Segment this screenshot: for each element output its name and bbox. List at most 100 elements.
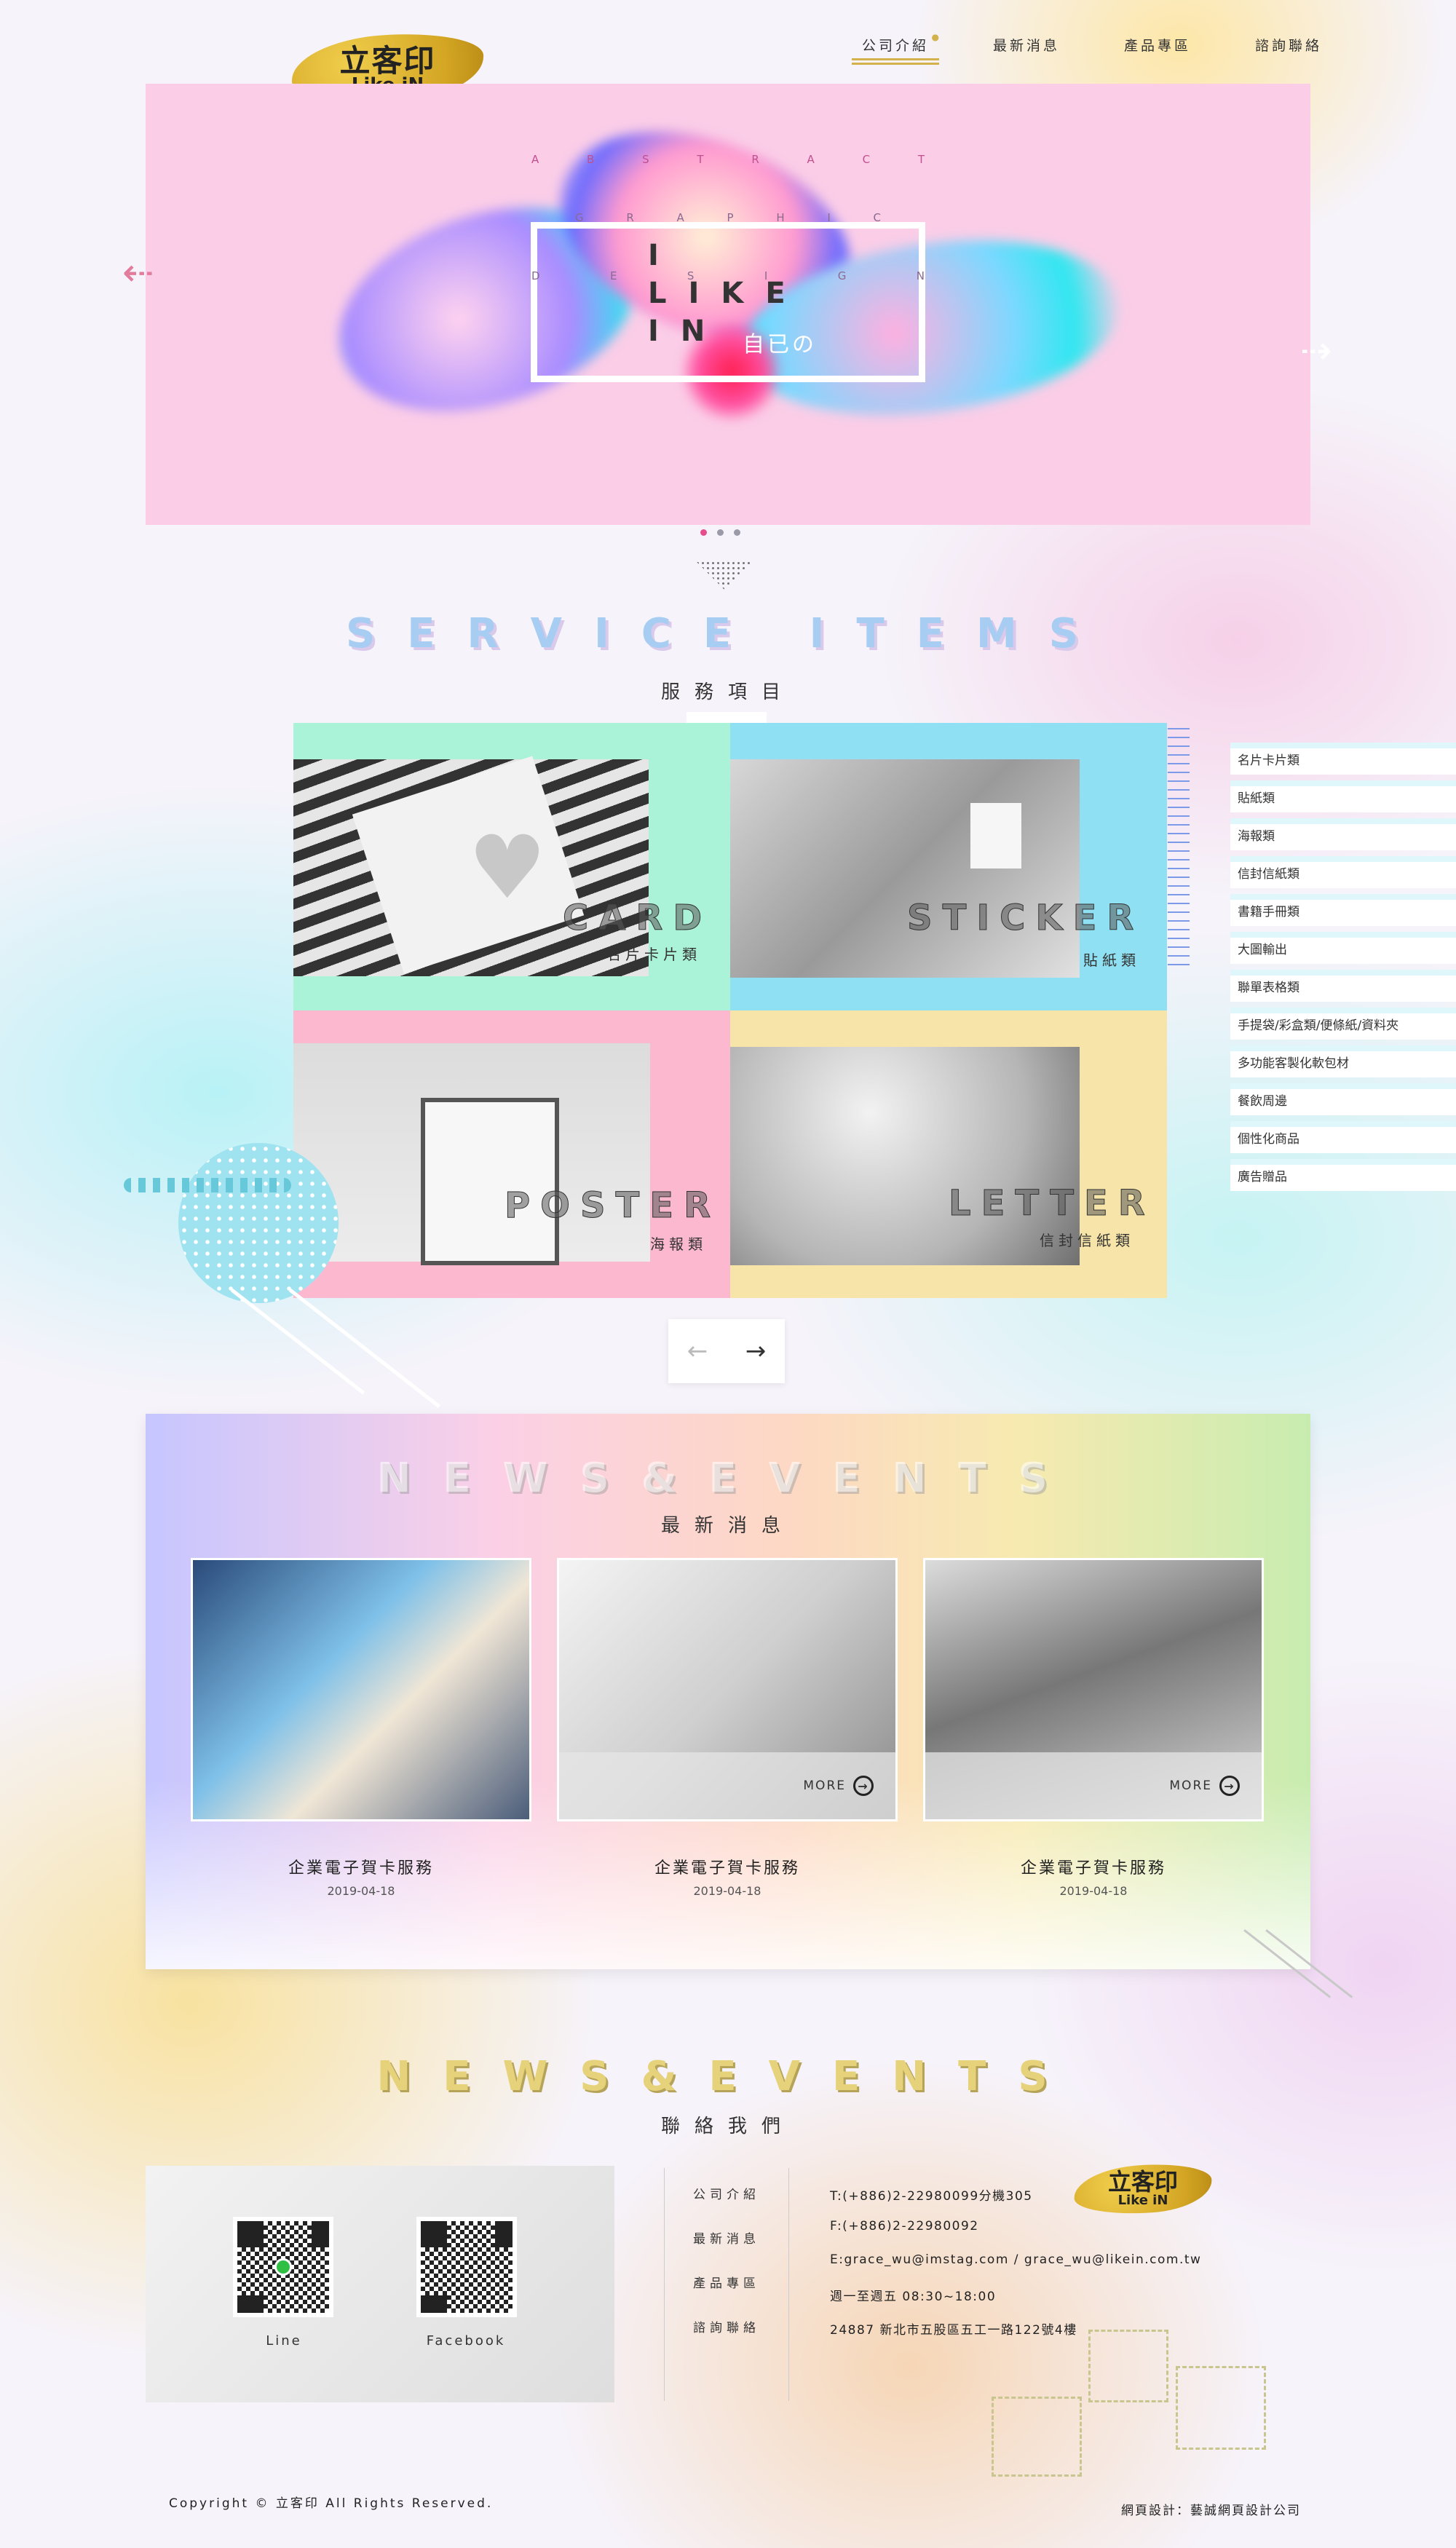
category-item[interactable]: 海報類 [1230,818,1456,850]
dotted-triangle-icon [695,561,753,590]
hero-prev-arrow-icon[interactable]: ⇠ [122,251,154,295]
category-item[interactable]: 書籍手冊類 [1230,894,1456,926]
category-item[interactable]: 信封信紙類 [1230,856,1456,888]
hero-next-arrow-icon[interactable]: ⇢ [1300,329,1332,373]
hero-letter: T [697,153,704,166]
news-card[interactable]: MORE → [923,1558,1264,1821]
arrow-circle-icon: → [1219,1776,1240,1796]
hero-letter: D [531,269,540,282]
category-item[interactable]: 名片卡片類 [1230,743,1456,775]
hero-cn-text: 自已の [743,332,817,357]
hero-headline-line: I [648,239,681,272]
service-next-arrow-icon[interactable]: → [727,1319,785,1383]
hero-letter: C [862,153,871,166]
service-card-title: STICKER [906,898,1144,939]
main-nav: 公司介紹 ● 最新消息 產品專區 諮詢聯絡 [830,32,1354,71]
hero-dot[interactable] [717,529,724,536]
service-pager: ← → [668,1319,785,1383]
hero-letter: A [807,153,815,166]
nav-item-contact[interactable]: 諮詢聯絡 [1223,35,1354,71]
copyright: Copyright © 立客印 All Rights Reserved. [169,2496,494,2511]
hero-letter: N [916,269,925,282]
footer-nav-item[interactable]: 諮詢聯絡 [665,2301,788,2346]
facebook-qr-code[interactable] [416,2217,517,2317]
nav-label: 產品專區 [1123,38,1191,54]
news-item-title[interactable]: 企業電子賀卡服務 [191,1855,531,1878]
news-more-button[interactable]: MORE → [559,1752,895,1819]
hero-letter: A [531,153,539,166]
footer-nav: 公司介紹 最新消息 產品專區 諮詢聯絡 [664,2168,789,2401]
line-icon [274,2258,292,2276]
contact-email[interactable]: E:grace_wu@imstag.com / grace_wu@likein.… [830,2252,1201,2286]
service-card-title: CARD [562,898,713,939]
hero-letter: A [676,211,684,224]
qr-label: Facebook [426,2333,506,2349]
service-card-subtitle: 海報類 [650,1235,707,1253]
news-card[interactable]: MORE → [557,1558,898,1821]
footer-nav-item[interactable]: 公司介紹 [665,2168,788,2212]
category-item[interactable]: 大圖輸出 [1230,932,1456,964]
design-credit[interactable]: 網頁設計：藝誠網頁設計公司 [1121,2500,1301,2518]
decor-diagonal-line [288,1289,440,1409]
services-title: SERVICE ITEMS [345,610,1111,657]
hero-slider: A B S T R A C T G R A P H I C D E S I G … [146,84,1310,525]
qr-panel: Line Facebook [146,2166,614,2402]
services-subtitle: 服務項目 [660,681,795,703]
hero-letter: B [587,153,595,166]
hero-abstract-letters: A B S T R A C T [531,153,925,166]
contact-fax: F:(+886)2-22980092 [830,2219,979,2234]
category-item[interactable]: 廣告贈品 [1230,1159,1456,1191]
arrow-circle-icon: → [853,1776,874,1796]
letter-photo [730,1047,1080,1265]
nav-item-about[interactable]: 公司介紹 ● [830,32,961,71]
news-title: NEWS&EVENTS [376,1455,1080,1502]
service-card-poster[interactable]: POSTER 海報類 [293,1010,730,1298]
service-prev-arrow-icon[interactable]: ← [668,1319,727,1383]
hero-dot[interactable] [700,529,707,536]
hero-letter: C [873,211,881,224]
category-item[interactable]: 多功能客製化軟包材 [1230,1045,1456,1077]
footer-nav-item[interactable]: 最新消息 [665,2212,788,2257]
news-card[interactable] [191,1558,531,1821]
nav-item-news[interactable]: 最新消息 [961,35,1092,71]
service-category-list: 名片卡片類 貼紙類 海報類 信封信紙類 書籍手冊類 大圖輸出 聯單表格類 手提袋… [1230,743,1456,1197]
nav-active-dot-icon: ● [931,32,942,42]
category-item[interactable]: 餐飲周邊 [1230,1083,1456,1115]
sticker-photo-note [970,803,1021,869]
contact-hours: 週一至週五 08:30~18:00 [830,2290,997,2304]
hero-letter: I [827,211,831,224]
hero-letter: H [776,211,785,224]
service-card-subtitle: 信封信紙類 [1040,1232,1134,1249]
service-card-title: POSTER [504,1185,721,1227]
service-card-letter[interactable]: LETTER 信封信紙類 [730,1010,1167,1298]
category-item[interactable]: 聯單表格類 [1230,970,1456,1002]
category-item[interactable]: 貼紙類 [1230,780,1456,812]
hero-headline-line: LIKE [648,277,807,310]
hero-letter: G [837,269,847,282]
hero-letter: R [626,211,634,224]
decor-wavy-line [124,1178,291,1192]
hero-pagination [700,529,740,536]
hero-letter: T [917,153,925,166]
footer-logo[interactable]: 立客印 Like iN [1072,2160,1214,2218]
service-grid: ♥ CARD 名片卡片類 STICKER 貼紙類 POSTER 海報類 LETT… [293,723,1167,1298]
footer-nav-item[interactable]: 產品專區 [665,2257,788,2301]
decor-stripes [1168,728,1190,968]
nav-item-products[interactable]: 產品專區 [1092,35,1223,71]
news-item-title[interactable]: 企業電子賀卡服務 [557,1855,898,1878]
news-item-date: 2019-04-18 [327,1884,395,1898]
poster-photo [293,1043,650,1265]
category-item[interactable]: 手提袋/彩盒類/便條紙/資料夾 [1230,1008,1456,1040]
nav-label: 諮詢聯絡 [1254,38,1322,54]
poster-photo-frame [421,1098,559,1265]
category-item[interactable]: 個性化商品 [1230,1121,1456,1153]
decor-diagonal-line [230,1289,365,1395]
service-card-sticker[interactable]: STICKER 貼紙類 [730,723,1167,1010]
news-item-title[interactable]: 企業電子賀卡服務 [923,1855,1264,1878]
service-card-card[interactable]: ♥ CARD 名片卡片類 [293,723,730,1010]
news-more-button[interactable]: MORE → [925,1752,1262,1819]
card-photo: ♥ [293,756,649,976]
nav-active-underline [852,58,939,67]
hero-dot[interactable] [734,529,740,536]
hero-letter: P [727,211,734,224]
